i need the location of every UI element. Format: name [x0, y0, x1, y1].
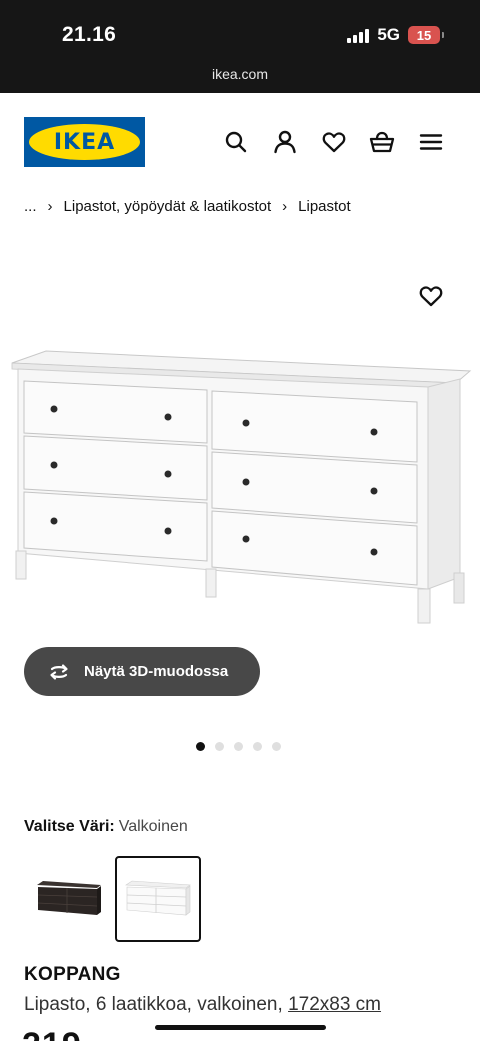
breadcrumb-item-category[interactable]: Lipastot, yöpöydät & laatikostot [64, 198, 272, 215]
color-selector-label: Valitse Väri: Valkoinen [24, 818, 188, 836]
search-icon[interactable] [223, 129, 249, 155]
view-3d-label: Näytä 3D-muodossa [84, 663, 229, 680]
view-3d-button[interactable]: Näytä 3D-muodossa [24, 647, 260, 696]
signal-icon [347, 27, 370, 43]
pagination-dot[interactable] [196, 742, 205, 751]
pagination-dot[interactable] [215, 742, 224, 751]
heart-icon [419, 286, 443, 307]
status-indicators: 5G 15 [347, 25, 444, 45]
image-pagination [196, 742, 281, 751]
breadcrumb-ellipsis[interactable]: ... [24, 198, 37, 215]
color-label: Valitse Väri: [24, 818, 115, 835]
product-image[interactable] [10, 345, 472, 635]
product-description: Lipasto, 6 laatikkoa, valkoinen, 172x83 … [24, 994, 381, 1016]
battery-level: 15 [416, 27, 432, 43]
product-name: KOPPANG [24, 964, 121, 985]
chevron-right-icon: › [282, 198, 288, 215]
breadcrumb-item-subcategory[interactable]: Lipastot [298, 198, 351, 215]
color-value: Valkoinen [118, 818, 188, 835]
product-size-link[interactable]: 172x83 cm [288, 994, 381, 1015]
rotate-3d-icon [50, 663, 68, 680]
favourites-icon[interactable] [321, 129, 347, 155]
battery-icon: 15 [408, 26, 444, 44]
pagination-dot[interactable] [234, 742, 243, 751]
logo-text: IKEA [53, 129, 116, 155]
status-bar: 21.16 5G 15 ikea.com [0, 0, 480, 93]
home-indicator[interactable] [155, 1025, 326, 1030]
address-bar[interactable]: ikea.com [0, 66, 480, 82]
breadcrumb: ... › Lipastot, yöpöydät & laatikostot ›… [24, 198, 351, 215]
logo-oval: IKEA [29, 124, 140, 160]
product-description-text: Lipasto, 6 laatikkoa, valkoinen, [24, 994, 283, 1015]
account-icon[interactable] [272, 129, 298, 155]
pagination-dot[interactable] [272, 742, 281, 751]
add-to-favourites-button[interactable] [418, 283, 444, 309]
chevron-right-icon: › [47, 198, 53, 215]
status-time: 21.16 [62, 23, 117, 46]
network-type: 5G [377, 25, 400, 44]
color-option-black-brown[interactable] [26, 856, 112, 942]
basket-icon[interactable] [369, 129, 395, 155]
product-price: 219 [22, 1026, 82, 1041]
pagination-dot[interactable] [253, 742, 262, 751]
ikea-logo[interactable]: IKEA [24, 117, 145, 167]
menu-icon[interactable] [418, 129, 444, 155]
color-option-white[interactable] [115, 856, 201, 942]
